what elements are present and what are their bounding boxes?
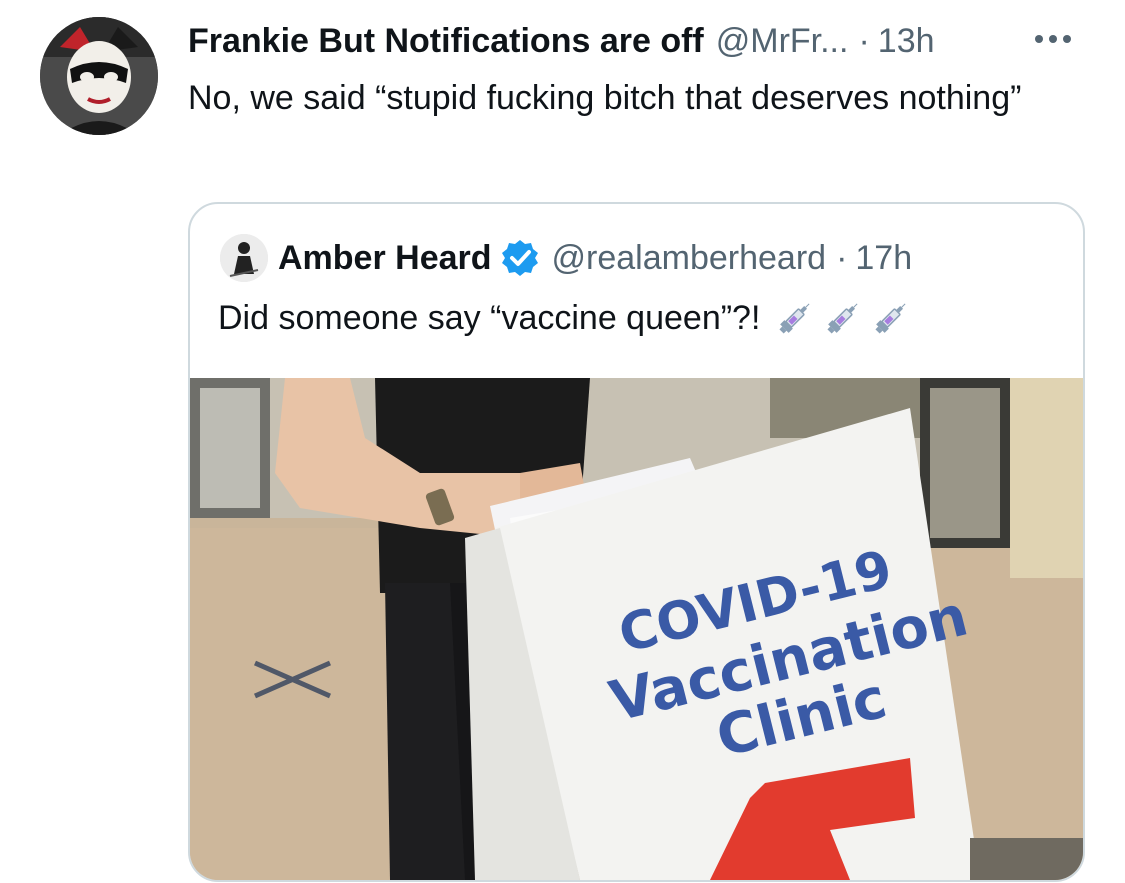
author-display-name[interactable]: Frankie But Notifications are off xyxy=(188,22,704,61)
more-horizontal-icon xyxy=(1035,35,1071,43)
quoted-separator-dot: · xyxy=(836,238,848,277)
verified-badge-icon xyxy=(500,238,540,278)
more-options-button[interactable] xyxy=(1025,22,1085,56)
quoted-tweet-header: Amber Heard @realamberheard · 17h xyxy=(278,232,912,284)
photo-illustration: COVID-19 Vaccination Clinic xyxy=(190,378,1083,880)
quoted-avatar-image xyxy=(220,234,268,282)
quoted-tweet-photo[interactable]: COVID-19 Vaccination Clinic xyxy=(190,378,1083,880)
quoted-author-handle: @realamberheard xyxy=(551,238,827,277)
syringe-icon xyxy=(774,297,816,339)
quoted-tweet-card[interactable]: Amber Heard @realamberheard · 17h Did so… xyxy=(188,202,1085,882)
quoted-author-display-name: Amber Heard xyxy=(278,238,492,277)
quoted-tweet-timestamp: 17h xyxy=(855,238,913,277)
tweet-text: No, we said “stupid fucking bitch that d… xyxy=(188,79,1022,117)
syringe-icon xyxy=(822,297,864,339)
quoted-tweet-text: Did someone say “vaccine queen”?! xyxy=(218,299,761,337)
separator-dot: · xyxy=(858,21,870,60)
author-avatar[interactable] xyxy=(40,17,158,135)
syringe-icon xyxy=(870,297,912,339)
quoted-tweet-text-row: Did someone say “vaccine queen”?! xyxy=(218,294,912,342)
author-handle[interactable]: @MrFr... xyxy=(716,22,849,61)
quoted-author-avatar xyxy=(220,234,268,282)
tweet-timestamp[interactable]: 13h xyxy=(878,22,935,61)
tweet-header: Frankie But Notifications are off @MrFr.… xyxy=(188,16,935,66)
avatar-image xyxy=(40,17,158,135)
